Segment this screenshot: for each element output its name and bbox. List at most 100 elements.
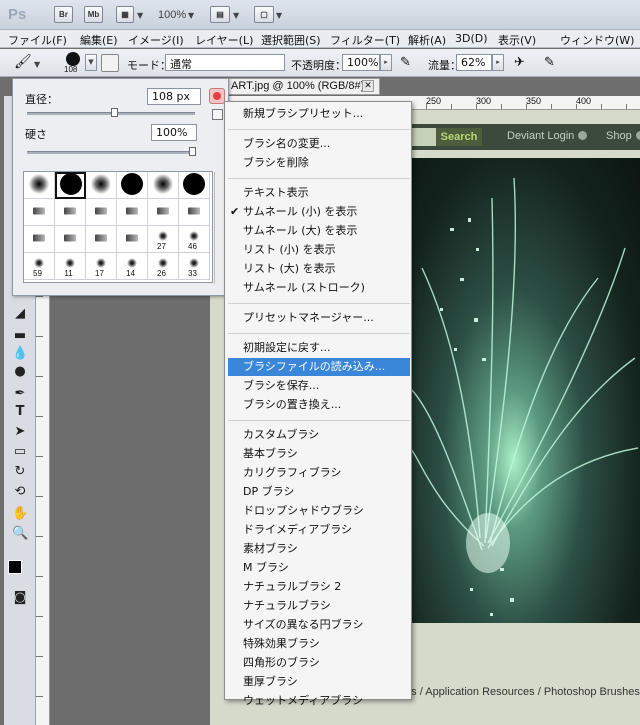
zoom-level[interactable]: 100% [158, 9, 186, 21]
brush-preset-cell[interactable] [179, 199, 210, 226]
menu-image[interactable]: イメージ(I) [128, 32, 184, 48]
pen-tool-icon[interactable]: ✒ [12, 386, 28, 402]
brush-preset-cell[interactable] [55, 226, 86, 253]
minibridge-button[interactable]: Mb [84, 6, 103, 23]
deviant-login-link[interactable]: Deviant Login [507, 130, 588, 142]
menu-filter[interactable]: フィルター(T) [330, 32, 400, 48]
brush-preset-cell[interactable]: 11 [55, 253, 86, 280]
hardness-slider[interactable] [27, 151, 195, 154]
flow-slider-button[interactable]: ▸ [492, 54, 504, 71]
shop-link[interactable]: Shop [606, 130, 640, 142]
menu-3d[interactable]: 3D(D) [455, 32, 488, 45]
brush-preset-cell[interactable]: 27 [148, 226, 179, 253]
diameter-input[interactable]: 108 px [147, 88, 201, 105]
search-button[interactable]: Search [436, 128, 482, 146]
document-tab[interactable]: ART.jpg @ 100% (RGB/8#) [226, 78, 380, 95]
dodge-tool-icon[interactable]: ● [12, 364, 28, 380]
brush-preset-cell[interactable] [117, 172, 148, 199]
brush-preset-cell[interactable] [148, 172, 179, 199]
menu-item[interactable]: DP ブラシ [243, 483, 409, 501]
menu-select[interactable]: 選択範囲(S) [261, 32, 321, 48]
brush-preset-cell[interactable] [148, 199, 179, 226]
brush-preset-cell[interactable] [117, 226, 148, 253]
brush-preset-cell[interactable]: 26 [148, 253, 179, 280]
blur-tool-icon[interactable]: 💧 [12, 346, 28, 362]
menu-item[interactable]: ブラシ名の変更... [243, 135, 409, 153]
menu-file[interactable]: ファイル(F) [8, 32, 67, 48]
brush-preset-cell[interactable]: 59 [24, 253, 55, 280]
eraser-tool-icon[interactable]: ◢ [12, 306, 28, 322]
hand-tool-icon[interactable]: ✋ [12, 506, 28, 522]
brush-preset-cell[interactable]: 33 [179, 253, 210, 280]
brush-preset-cell[interactable]: 46 [179, 226, 210, 253]
menu-item[interactable]: サムネール (ストローク) [243, 279, 409, 297]
chevron-down-icon[interactable]: ▼ [276, 11, 282, 20]
brush-preset-cell[interactable] [24, 199, 55, 226]
brush-preset-cell[interactable] [86, 199, 117, 226]
diameter-slider-thumb[interactable] [111, 108, 118, 117]
menu-item[interactable]: ナチュラルブラシ [243, 597, 409, 615]
brush-preset-cell[interactable] [24, 226, 55, 253]
opacity-input[interactable]: 100% [342, 54, 380, 71]
airbrush-icon[interactable]: ✈ [514, 55, 525, 70]
view-extras-icon[interactable]: ▦ [116, 6, 134, 23]
menu-item[interactable]: 重厚ブラシ [243, 673, 409, 691]
menu-item[interactable]: 四角形のブラシ [243, 654, 409, 672]
menu-item[interactable]: リスト (大) を表示 [243, 260, 409, 278]
chevron-down-icon[interactable]: ▼ [34, 60, 40, 69]
foreground-color-swatch[interactable] [8, 560, 22, 574]
type-tool-icon[interactable]: T [12, 404, 28, 420]
menu-item[interactable]: サイズの異なる円ブラシ [243, 616, 409, 634]
menu-item[interactable]: 新規ブラシプリセット... [243, 105, 409, 123]
quick-mask-icon[interactable]: ◙ [12, 590, 28, 606]
brush-preset-cell[interactable] [86, 226, 117, 253]
menu-item[interactable]: カリグラフィブラシ [243, 464, 409, 482]
pressure-opacity-icon[interactable]: ✎ [400, 55, 411, 70]
brush-preset-cell[interactable] [86, 172, 117, 199]
menu-item[interactable]: プリセットマネージャー... [243, 309, 409, 327]
3d-rotate-tool-icon[interactable]: ↻ [12, 464, 28, 480]
hardness-input[interactable]: 100% [151, 124, 197, 141]
brush-preset-picker-button[interactable]: ▼ [85, 54, 97, 71]
menu-item[interactable]: ドライメディアブラシ [243, 521, 409, 539]
close-tab-icon[interactable]: ✕ [362, 80, 374, 92]
blend-mode-select[interactable]: 通常 [165, 54, 285, 71]
arrange-documents-icon[interactable]: ▤ [210, 6, 230, 23]
panel-flyout-menu-button[interactable] [209, 88, 225, 104]
menu-item[interactable]: テキスト表示 [243, 184, 409, 202]
chevron-down-icon[interactable]: ▼ [188, 11, 194, 20]
menu-item[interactable]: 素材ブラシ [243, 540, 409, 558]
gradient-tool-icon[interactable]: ▬ [12, 328, 28, 344]
path-selection-tool-icon[interactable]: ➤ [12, 424, 28, 440]
menu-item[interactable]: ブラシの置き換え... [243, 396, 409, 414]
pressure-size-icon[interactable]: ✎ [544, 55, 555, 70]
brush-preset-grid[interactable]: 33 26 14 17 11 59 46 27 [23, 171, 224, 284]
opacity-slider-button[interactable]: ▸ [380, 54, 392, 71]
menu-item[interactable]: ✔ サムネール (小) を表示 [230, 203, 409, 221]
zoom-tool-icon[interactable]: 🔍 [12, 526, 28, 542]
brush-preset-cell[interactable] [55, 172, 86, 199]
menu-view[interactable]: 表示(V) [498, 32, 536, 48]
chevron-down-icon[interactable]: ▼ [233, 11, 239, 20]
menu-layer[interactable]: レイヤー(L) [195, 32, 253, 48]
hardness-slider-thumb[interactable] [189, 147, 196, 156]
menu-analysis[interactable]: 解析(A) [408, 32, 446, 48]
flow-input[interactable]: 62% [456, 54, 492, 71]
brush-panel-toggle-icon[interactable] [101, 54, 119, 72]
brush-preset-cell[interactable] [24, 172, 55, 199]
brush-preset-cell[interactable] [117, 199, 148, 226]
bridge-button[interactable]: Br [54, 6, 73, 23]
menu-item[interactable]: カスタムブラシ [243, 426, 409, 444]
menu-item[interactable]: リスト (小) を表示 [243, 241, 409, 259]
brush-tool-icon[interactable]: 🖌 [14, 54, 32, 70]
menu-item[interactable]: ナチュラルブラシ 2 [243, 578, 409, 596]
screen-mode-icon[interactable]: ▢ [254, 6, 274, 23]
menu-item[interactable]: 初期設定に戻す... [243, 339, 409, 357]
brush-preset-cell[interactable]: 14 [117, 253, 148, 280]
brush-preset-cell[interactable] [179, 172, 210, 199]
preset-scrollbar[interactable] [214, 172, 224, 284]
brush-preset-cell[interactable]: 17 [86, 253, 117, 280]
menu-item[interactable]: ブラシを保存... [243, 377, 409, 395]
brush-tip-preview-icon[interactable] [66, 52, 80, 66]
menu-item[interactable]: サムネール (大) を表示 [243, 222, 409, 240]
